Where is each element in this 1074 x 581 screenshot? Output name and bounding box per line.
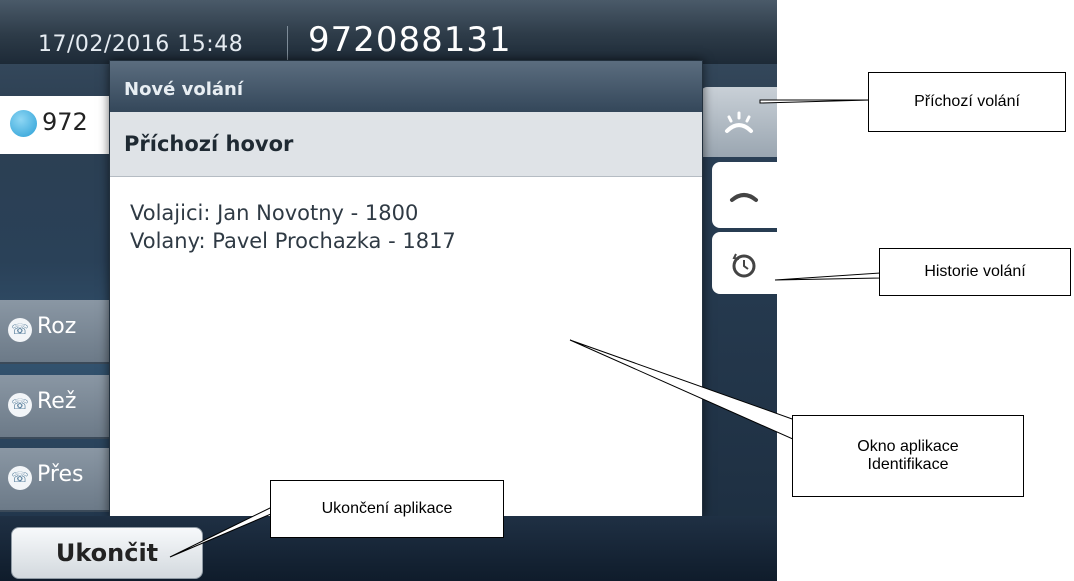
callout-incoming: Příchozí volání <box>868 72 1066 132</box>
arrow-exit <box>169 507 286 558</box>
callout-window-line2: Identifikace <box>867 456 949 473</box>
callout-history-text: Historie volání <box>924 263 1026 280</box>
callout-window-line1: Okno aplikace <box>857 438 959 455</box>
arrow-incoming <box>759 99 871 104</box>
callout-window: Okno aplikace Identifikace <box>792 415 1024 497</box>
arrow-history <box>774 272 881 281</box>
callout-exit: Ukončení aplikace <box>270 480 504 538</box>
arrow-window <box>569 339 796 441</box>
callout-exit-text: Ukončení aplikace <box>321 500 453 517</box>
callout-incoming-text: Příchozí volání <box>914 93 1020 110</box>
callout-history: Historie volání <box>879 248 1071 296</box>
